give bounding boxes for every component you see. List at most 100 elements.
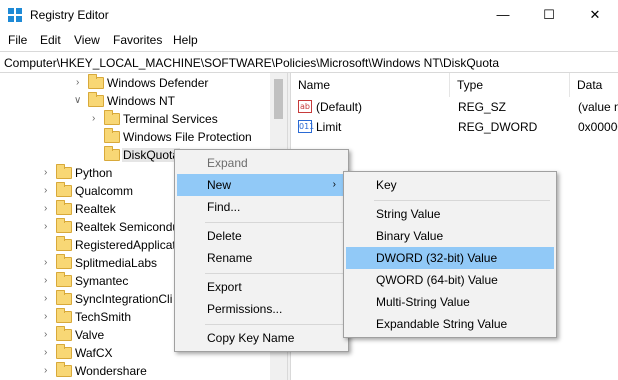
tree-item-label: Valve xyxy=(75,328,105,342)
folder-icon xyxy=(56,200,72,215)
folder-icon xyxy=(56,182,72,197)
folder-icon xyxy=(56,272,72,287)
folder-icon xyxy=(104,128,120,143)
value-type: REG_DWORD xyxy=(458,120,538,134)
address-bar[interactable]: Computer\HKEY_LOCAL_MACHINE\SOFTWARE\Pol… xyxy=(0,51,618,73)
tree-item-label: SplitmediaLabs xyxy=(75,256,158,270)
chevron-right-icon: › xyxy=(332,179,336,190)
chevron-right-icon[interactable]: › xyxy=(44,346,54,360)
context-menu: Expand New › Find... Delete Rename Expor… xyxy=(174,149,349,352)
folder-icon xyxy=(104,110,120,125)
value-type: REG_SZ xyxy=(458,100,507,114)
tree-item-label: RegisteredApplicat xyxy=(75,238,176,252)
dword-value-icon: 011 xyxy=(298,120,315,133)
address-path[interactable]: Computer\HKEY_LOCAL_MACHINE\SOFTWARE\Pol… xyxy=(4,56,499,70)
tree-item-label: Symantec xyxy=(75,274,129,288)
menu-bar: File Edit View Favorites Help xyxy=(0,30,618,51)
chevron-right-icon[interactable]: › xyxy=(44,166,54,180)
chevron-right-icon[interactable]: › xyxy=(44,202,54,216)
submenu-item-string-value[interactable]: String Value xyxy=(346,203,554,225)
tree-item-label: Windows File Protection xyxy=(123,130,252,144)
chevron-right-icon[interactable]: › xyxy=(44,310,54,324)
value-data: (value n xyxy=(578,100,618,114)
menu-item-new[interactable]: New › xyxy=(177,174,346,196)
column-header-data[interactable]: Data xyxy=(570,73,618,97)
tree-item-label: Realtek xyxy=(75,202,116,216)
maximize-button[interactable]: ☐ xyxy=(526,0,572,30)
menu-favorites[interactable]: Favorites xyxy=(113,33,162,47)
chevron-down-icon[interactable]: ∨ xyxy=(74,94,84,108)
column-header-type[interactable]: Type xyxy=(450,73,570,97)
folder-icon xyxy=(56,164,72,179)
chevron-right-icon[interactable]: › xyxy=(92,112,102,126)
folder-icon xyxy=(56,308,72,323)
scrollbar-thumb[interactable] xyxy=(274,79,283,119)
menu-item-delete[interactable]: Delete xyxy=(177,225,346,247)
tree-item-label: DiskQuota xyxy=(122,148,181,162)
value-name: (Default) xyxy=(316,100,363,114)
close-button[interactable]: ✕ xyxy=(572,0,618,30)
column-header-name[interactable]: Name xyxy=(291,73,450,97)
menu-item-export[interactable]: Export xyxy=(177,276,346,298)
tree-item-label: Windows NT xyxy=(107,94,176,108)
folder-icon xyxy=(56,344,72,359)
menu-item-find[interactable]: Find... xyxy=(177,196,346,218)
tree-item-terminal-services[interactable]: › Terminal Services xyxy=(0,110,270,128)
tree-item-label: SyncIntegrationCli xyxy=(75,292,173,306)
tree-item-label: WafCX xyxy=(75,346,113,360)
tree-item-windows-defender[interactable]: › Windows Defender xyxy=(0,74,270,92)
tree-item-wondershare[interactable]: › Wondershare xyxy=(0,362,270,380)
tree-item-label: Wondershare xyxy=(75,364,147,378)
submenu-item-binary-value[interactable]: Binary Value xyxy=(346,225,554,247)
window-title: Registry Editor xyxy=(30,8,109,22)
menu-file[interactable]: File xyxy=(8,33,27,47)
menu-edit[interactable]: Edit xyxy=(40,33,61,47)
menu-item-copy-key-name[interactable]: Copy Key Name xyxy=(177,327,346,349)
menu-separator xyxy=(205,273,345,274)
chevron-right-icon[interactable]: › xyxy=(44,274,54,288)
folder-icon xyxy=(104,146,120,161)
menu-item-permissions[interactable]: Permissions... xyxy=(177,298,346,320)
chevron-right-icon[interactable]: › xyxy=(76,76,86,90)
chevron-right-icon[interactable]: › xyxy=(44,364,54,378)
menu-separator xyxy=(205,222,345,223)
menu-view[interactable]: View xyxy=(74,33,100,47)
folder-icon xyxy=(56,290,72,305)
folder-icon xyxy=(56,236,72,251)
menu-item-new-label: New xyxy=(207,178,232,192)
tree-item-label: Terminal Services xyxy=(123,112,218,126)
submenu-item-qword-value[interactable]: QWORD (64-bit) Value xyxy=(346,269,554,291)
chevron-right-icon[interactable]: › xyxy=(44,256,54,270)
minimize-button[interactable]: — xyxy=(480,0,526,30)
tree-item-label: Python xyxy=(75,166,113,180)
submenu-item-dword-value[interactable]: DWORD (32-bit) Value xyxy=(346,247,554,269)
menu-help[interactable]: Help xyxy=(173,33,198,47)
value-name: Limit xyxy=(316,120,342,134)
folder-icon xyxy=(56,218,72,233)
value-row-default[interactable]: ab (Default) REG_SZ (value n xyxy=(291,97,618,117)
submenu-item-expandable-string-value[interactable]: Expandable String Value xyxy=(346,313,554,335)
folder-icon xyxy=(88,92,104,107)
new-submenu: Key String Value Binary Value DWORD (32-… xyxy=(343,171,557,338)
menu-separator xyxy=(374,200,550,201)
tree-item-windows-nt[interactable]: ∨ Windows NT xyxy=(0,92,270,110)
chevron-right-icon[interactable]: › xyxy=(44,292,54,306)
menu-item-expand[interactable]: Expand xyxy=(177,152,346,174)
folder-icon xyxy=(56,254,72,269)
tree-item-label: Realtek Semicondu xyxy=(75,220,180,234)
chevron-right-icon[interactable]: › xyxy=(44,328,54,342)
chevron-right-icon[interactable]: › xyxy=(44,220,54,234)
string-value-icon: ab xyxy=(298,100,312,113)
menu-item-rename[interactable]: Rename xyxy=(177,247,346,269)
folder-icon xyxy=(88,74,104,89)
value-row-limit[interactable]: 011 Limit REG_DWORD 0x00000 xyxy=(291,117,618,137)
tree-item-label: TechSmith xyxy=(75,310,132,324)
title-bar: Registry Editor — ☐ ✕ xyxy=(0,0,618,30)
folder-icon xyxy=(56,326,72,341)
chevron-right-icon[interactable]: › xyxy=(44,184,54,198)
registry-editor-icon xyxy=(8,8,22,22)
tree-item-windows-file-protection[interactable]: Windows File Protection xyxy=(0,128,270,146)
submenu-item-key[interactable]: Key xyxy=(346,174,554,196)
tree-item-label: Qualcomm xyxy=(75,184,134,198)
submenu-item-multi-string-value[interactable]: Multi-String Value xyxy=(346,291,554,313)
